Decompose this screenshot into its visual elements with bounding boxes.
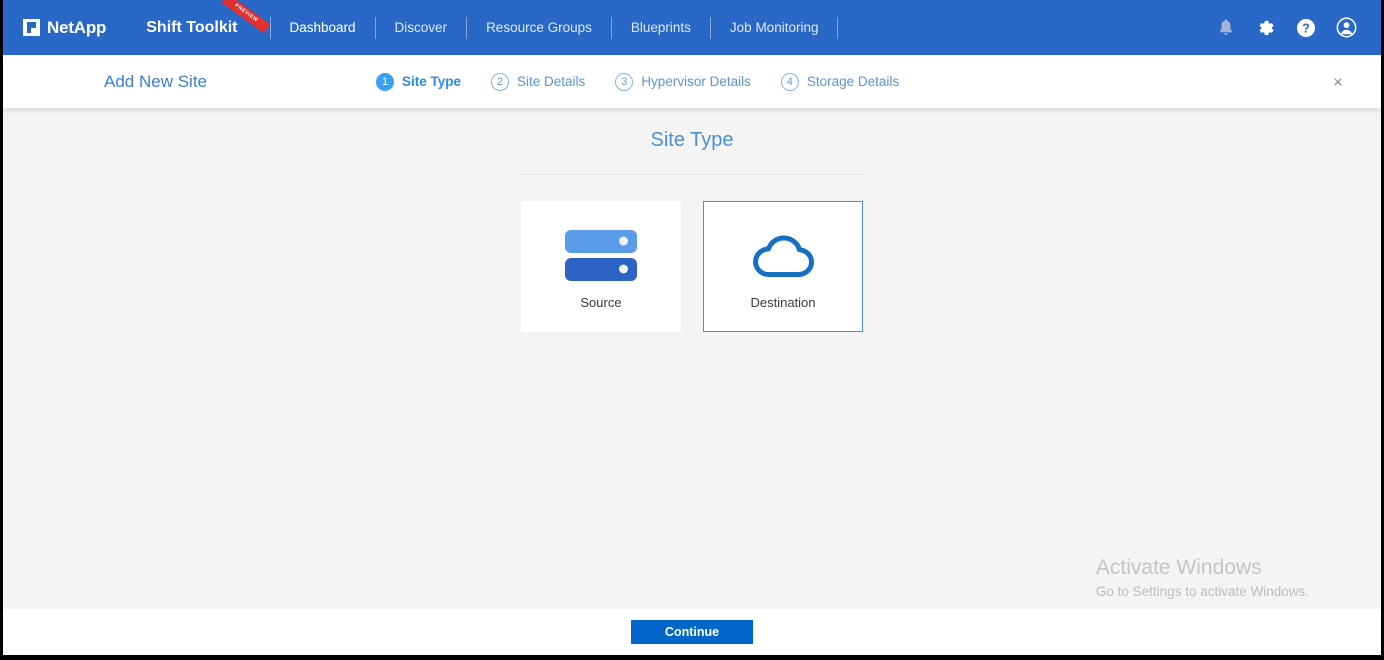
wizard-step-list: 1 Site Type 2 Site Details 3 Hypervisor …: [376, 73, 899, 91]
nav-item-resource-groups[interactable]: Resource Groups: [467, 20, 611, 35]
netapp-logo[interactable]: NetApp: [23, 18, 106, 38]
step-label: Site Details: [517, 74, 585, 89]
windows-activation-watermark: Activate Windows Go to Settings to activ…: [1096, 555, 1309, 599]
user-account-icon[interactable]: [1329, 11, 1363, 45]
help-question-icon[interactable]: ?: [1289, 11, 1323, 45]
wizard-step-hypervisor-details[interactable]: 3 Hypervisor Details: [615, 73, 751, 91]
site-type-options: Source Destination: [3, 201, 1381, 332]
wizard-step-storage-details[interactable]: 4 Storage Details: [781, 73, 899, 91]
nav-item-dashboard[interactable]: Dashboard: [271, 20, 375, 35]
site-type-card-destination[interactable]: Destination: [703, 201, 863, 332]
step-label: Hypervisor Details: [641, 74, 751, 89]
step-number-badge: 4: [781, 73, 799, 91]
watermark-subtitle: Go to Settings to activate Windows.: [1096, 584, 1309, 599]
product-title-label: Shift Toolkit: [146, 19, 237, 36]
nav-item-blueprints[interactable]: Blueprints: [612, 20, 710, 35]
settings-gear-icon[interactable]: [1249, 11, 1283, 45]
cloud-icon: [748, 223, 818, 287]
title-divider: [520, 174, 865, 175]
step-number-badge: 1: [376, 73, 394, 91]
watermark-title: Activate Windows: [1096, 555, 1309, 581]
notifications-bell-icon[interactable]: [1209, 11, 1243, 45]
nav-item-job-monitoring[interactable]: Job Monitoring: [711, 20, 838, 35]
wizard-footer: Continue: [3, 609, 1381, 655]
top-navigation-bar: NetApp Shift Toolkit PREVIEW Dashboard D…: [3, 0, 1381, 55]
step-label: Storage Details: [807, 74, 899, 89]
wizard-title: Add New Site: [104, 72, 207, 92]
wizard-step-site-type[interactable]: 1 Site Type: [376, 73, 461, 91]
application-window: NetApp Shift Toolkit PREVIEW Dashboard D…: [0, 0, 1384, 660]
svg-text:?: ?: [1302, 21, 1310, 35]
wizard-step-site-details[interactable]: 2 Site Details: [491, 73, 585, 91]
netapp-mark-icon: [23, 19, 40, 36]
close-icon[interactable]: ×: [1328, 73, 1348, 90]
continue-button[interactable]: Continue: [631, 620, 753, 644]
page-title: Site Type: [3, 108, 1381, 152]
product-title: Shift Toolkit PREVIEW: [146, 19, 247, 37]
card-label: Destination: [750, 295, 815, 310]
main-content: Site Type Source Destination: [3, 108, 1381, 609]
step-number-badge: 2: [491, 73, 509, 91]
server-stack-icon: [565, 223, 637, 287]
nav-divider: [837, 17, 838, 39]
step-number-badge: 3: [615, 73, 633, 91]
card-label: Source: [580, 295, 621, 310]
step-label: Site Type: [402, 74, 461, 89]
netapp-brand-label: NetApp: [47, 18, 106, 38]
nav-item-discover[interactable]: Discover: [376, 20, 467, 35]
site-type-card-source[interactable]: Source: [521, 201, 681, 332]
wizard-header: Add New Site 1 Site Type 2 Site Details …: [3, 55, 1381, 108]
